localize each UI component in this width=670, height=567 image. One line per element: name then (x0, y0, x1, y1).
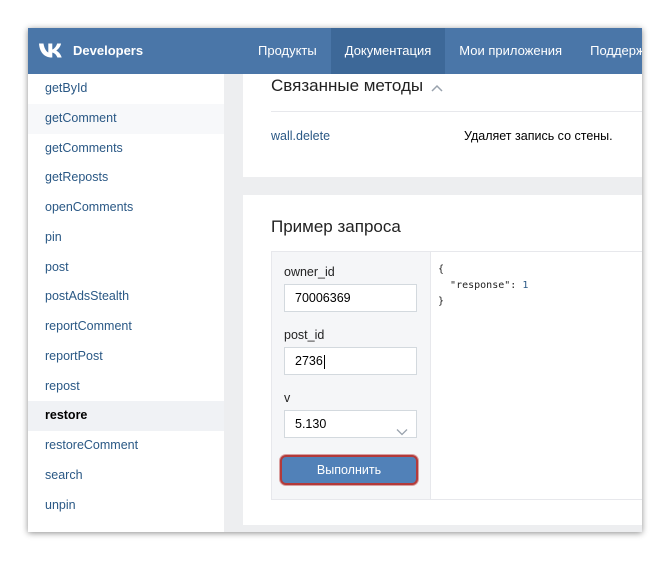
version-label: v (284, 391, 291, 405)
request-box: owner_id 70006369 post_id 2736 v 5.130 В… (271, 251, 642, 500)
related-methods-title: Связанные методы (271, 76, 424, 95)
sidebar-item-getreposts[interactable]: getReposts (28, 163, 224, 193)
chevron-up-icon[interactable] (431, 77, 443, 97)
related-method-link[interactable]: wall.delete (271, 129, 330, 143)
chevron-down-icon (396, 419, 408, 445)
main-nav: Продукты Документация Мои приложения Под… (244, 28, 642, 74)
code-brace-open: { (438, 264, 445, 275)
top-bar: Developers Продукты Документация Мои при… (28, 28, 642, 74)
related-methods-card: Связанные методы wall.delete Удаляет зап… (243, 74, 642, 177)
sidebar-item-pin[interactable]: pin (28, 223, 224, 253)
sidebar-item-restorecomment[interactable]: restoreComment (28, 431, 224, 461)
sidebar-item-getcomments[interactable]: getComments (28, 134, 224, 164)
divider (271, 111, 642, 112)
sidebar-item-getcomment[interactable]: getComment (28, 103, 224, 134)
sidebar-item-unpin[interactable]: unpin (28, 491, 224, 521)
brand-logo[interactable]: Developers (38, 41, 143, 59)
brand-name: Developers (73, 42, 144, 58)
sidebar-item-postadsstealth[interactable]: postAdsStealth (28, 282, 224, 312)
version-select[interactable]: 5.130 (284, 410, 417, 438)
sidebar-item-getbyid[interactable]: getById (28, 74, 224, 104)
sidebar-item-search[interactable]: search (28, 461, 224, 491)
methods-sidebar: getById getComment getComments getRepost… (28, 74, 224, 532)
owner-id-value: 70006369 (295, 291, 351, 305)
code-brace-close: } (438, 296, 445, 307)
owner-id-input[interactable]: 70006369 (284, 284, 417, 312)
nav-products[interactable]: Продукты (244, 28, 331, 74)
code-key: "response" (450, 280, 511, 291)
request-form: owner_id 70006369 post_id 2736 v 5.130 В… (272, 252, 431, 499)
version-value: 5.130 (295, 417, 327, 431)
post-id-label: post_id (284, 328, 325, 342)
nav-my-apps[interactable]: Мои приложения (445, 28, 576, 74)
request-example-card: Пример запроса owner_id 70006369 post_id… (243, 195, 642, 525)
nav-documentation[interactable]: Документация (330, 28, 446, 74)
post-id-input[interactable]: 2736 (284, 347, 417, 375)
response-code: { "response": 1 } (438, 262, 528, 310)
sidebar-item-repost[interactable]: repost (28, 372, 224, 402)
request-example-title: Пример запроса (271, 217, 401, 236)
sidebar-item-post[interactable]: post (28, 253, 224, 283)
sidebar-item-opencomments[interactable]: openComments (28, 193, 224, 223)
related-methods-header[interactable]: Связанные методы (271, 75, 443, 97)
related-method-description: Удаляет запись со стены. (464, 129, 613, 143)
code-colon: : (510, 280, 523, 291)
sidebar-item-reportpost[interactable]: reportPost (28, 342, 224, 372)
run-button[interactable]: Выполнить (280, 455, 418, 485)
vk-logo-icon (38, 41, 65, 59)
post-id-value: 2736 (295, 354, 323, 368)
sidebar-item-reportcomment[interactable]: reportComment (28, 312, 224, 342)
sidebar-item-restore[interactable]: restore (28, 401, 224, 431)
owner-id-label: owner_id (284, 265, 335, 279)
text-cursor (323, 354, 325, 369)
nav-support[interactable]: Поддержка (576, 28, 642, 74)
code-value: 1 (522, 280, 529, 291)
browser-frame: Developers Продукты Документация Мои при… (28, 28, 642, 532)
